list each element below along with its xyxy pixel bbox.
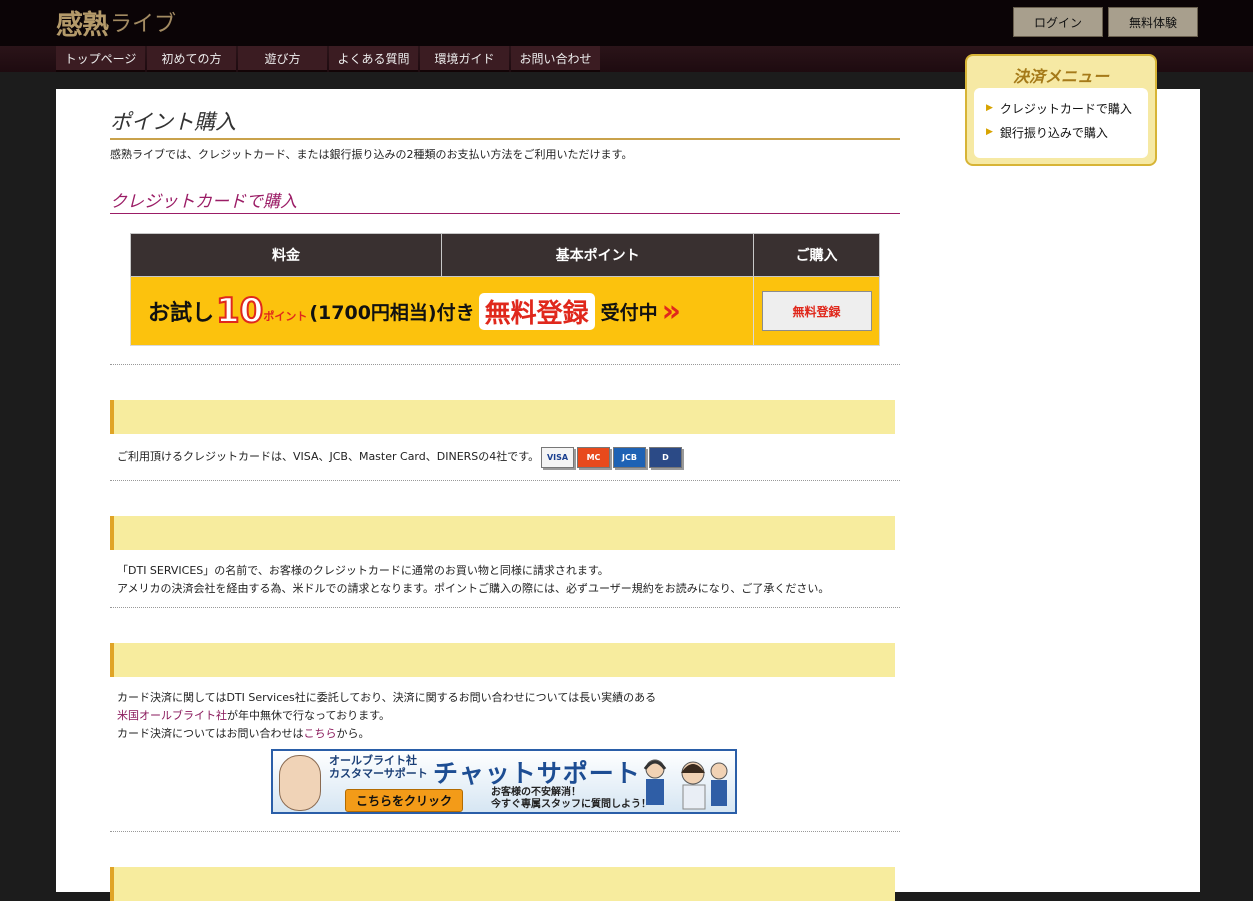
buy-cell: 無料登録: [753, 276, 880, 346]
login-button[interactable]: ログイン: [1013, 7, 1103, 37]
chat-sub-1: お客様の不安解消！: [491, 787, 581, 798]
billing-line-2: アメリカの決済会社を経由する為、米ドルでの請求となります。ポイントご購入の際には…: [117, 582, 830, 595]
nav-how-to-play[interactable]: 遊び方: [238, 46, 327, 72]
support-text: カード決済に関してはDTI Services社に委託しており、決済に関するお問い…: [117, 689, 656, 743]
free-register-button[interactable]: 無料登録: [761, 291, 872, 331]
section-bar-next: [110, 867, 895, 901]
logo-kana: ライブ: [110, 12, 177, 37]
menu-credit-card[interactable]: ▶ クレジットカードで購入: [974, 96, 1148, 120]
menu-bank-transfer-label: 銀行振り込みで購入: [999, 125, 1108, 140]
support-agent-icon: [279, 755, 321, 811]
promo-register: 無料登録: [478, 292, 595, 330]
chat-company: オールブライト社: [329, 754, 417, 767]
promo-point-word: ポイント: [263, 310, 308, 323]
support-line-3-post: から。: [336, 727, 370, 740]
page-title: ポイント購入: [110, 106, 900, 140]
chat-subtext: お客様の不安解消！ 今すぐ専属スタッフに質問しよう！: [491, 787, 651, 811]
payment-menu-title: 決済メニュー: [1012, 67, 1109, 86]
promo-number: 10: [215, 290, 264, 332]
col-header-purchase: ご購入: [753, 233, 880, 277]
chat-title: チャットサポート: [433, 759, 641, 788]
logo-kanji: 感熟: [56, 9, 109, 41]
card-logos: VISA MC JCB D: [541, 447, 682, 468]
menu-credit-card-label: クレジットカードで購入: [999, 101, 1132, 116]
promo-value: (1700円相当)付き: [309, 301, 475, 324]
visa-icon: VISA: [541, 447, 574, 468]
divider: [110, 364, 900, 365]
col-header-points: 基本ポイント: [441, 233, 755, 277]
triangle-icon: ▶: [986, 103, 993, 113]
site-logo[interactable]: 感熟 ライブ: [56, 0, 176, 44]
menu-bank-transfer[interactable]: ▶ 銀行振り込みで購入: [974, 120, 1148, 144]
allbright-link[interactable]: 米国オールブライト社: [117, 709, 227, 722]
chat-support-banner[interactable]: オールブライト社 カスタマーサポート チャットサポート こちらをクリック お客様…: [271, 749, 737, 814]
section-bar-billing: [110, 516, 895, 550]
support-line-2-rest: が年中無休で行なっております。: [227, 709, 391, 722]
jcb-icon: JCB: [613, 447, 646, 468]
nav-contact[interactable]: お問い合わせ: [511, 46, 600, 72]
credit-card-heading: クレジットカードで購入: [110, 187, 900, 214]
payment-menu: 決済メニュー ▶ クレジットカードで購入 ▶ 銀行振り込みで購入: [965, 54, 1157, 166]
nav-faq[interactable]: よくある質問: [329, 46, 418, 72]
section-bar-support: [110, 643, 895, 677]
diners-icon: D: [649, 447, 682, 468]
divider: [110, 480, 900, 481]
divider: [110, 607, 900, 608]
content-area: ポイント購入 感熟ライブでは、クレジットカード、または銀行振り込みの2種類のお支…: [56, 89, 1200, 901]
accepted-cards-text: ご利用頂けるクレジットカードは、VISA、JCB、Master Card、DIN…: [117, 450, 540, 463]
payment-menu-list: ▶ クレジットカードで購入 ▶ 銀行振り込みで購入: [974, 88, 1148, 158]
chat-sub-2: 今すぐ専属スタッフに質問しよう！: [491, 799, 651, 810]
free-trial-button[interactable]: 無料体験: [1108, 7, 1198, 37]
header: 感熟 ライブ ログイン 無料体験: [0, 0, 1253, 46]
promo-banner[interactable]: お試し 10 ポイント (1700円相当)付き 無料登録 受付中 »: [129, 276, 755, 346]
intro-text: 感熟ライブでは、クレジットカード、または銀行振り込みの2種類のお支払い方法をご利…: [110, 148, 633, 161]
divider: [110, 831, 900, 832]
support-line-3: カード決済についてはお問い合わせはこちらから。: [117, 725, 656, 743]
billing-text: 「DTI SERVICES」の名前で、お客様のクレジットカードに通常のお買い物と…: [117, 562, 829, 598]
chat-customer-support: カスタマーサポート: [329, 767, 428, 780]
col-header-price: 料金: [129, 233, 443, 277]
billing-line-1: 「DTI SERVICES」の名前で、お客様のクレジットカードに通常のお買い物と…: [117, 564, 609, 577]
double-arrow-icon: »: [661, 293, 682, 329]
support-line-2: 米国オールブライト社が年中無休で行なっております。: [117, 707, 656, 725]
nav-first-time[interactable]: 初めての方: [147, 46, 236, 72]
contact-here-link[interactable]: こちら: [303, 727, 336, 740]
price-table: 料金 基本ポイント ご購入 お試し 10 ポイント (1700円相当)付き 無料…: [129, 233, 880, 346]
promo-accepting: 受付中: [600, 301, 658, 324]
support-line-3-pre: カード決済についてはお問い合わせは: [117, 727, 304, 740]
section-bar-cards: [110, 400, 895, 434]
support-staff-icon: [643, 759, 728, 810]
chat-small-text: オールブライト社 カスタマーサポート: [329, 754, 428, 780]
nav-top[interactable]: トップページ: [56, 46, 145, 72]
nav-environment-guide[interactable]: 環境ガイド: [420, 46, 509, 72]
promo-trial: お試し: [148, 301, 215, 326]
chat-click-here: こちらをクリック: [345, 789, 464, 812]
mastercard-icon: MC: [577, 447, 610, 468]
support-line-1: カード決済に関してはDTI Services社に委託しており、決済に関するお問い…: [117, 691, 657, 704]
triangle-icon: ▶: [986, 127, 993, 137]
